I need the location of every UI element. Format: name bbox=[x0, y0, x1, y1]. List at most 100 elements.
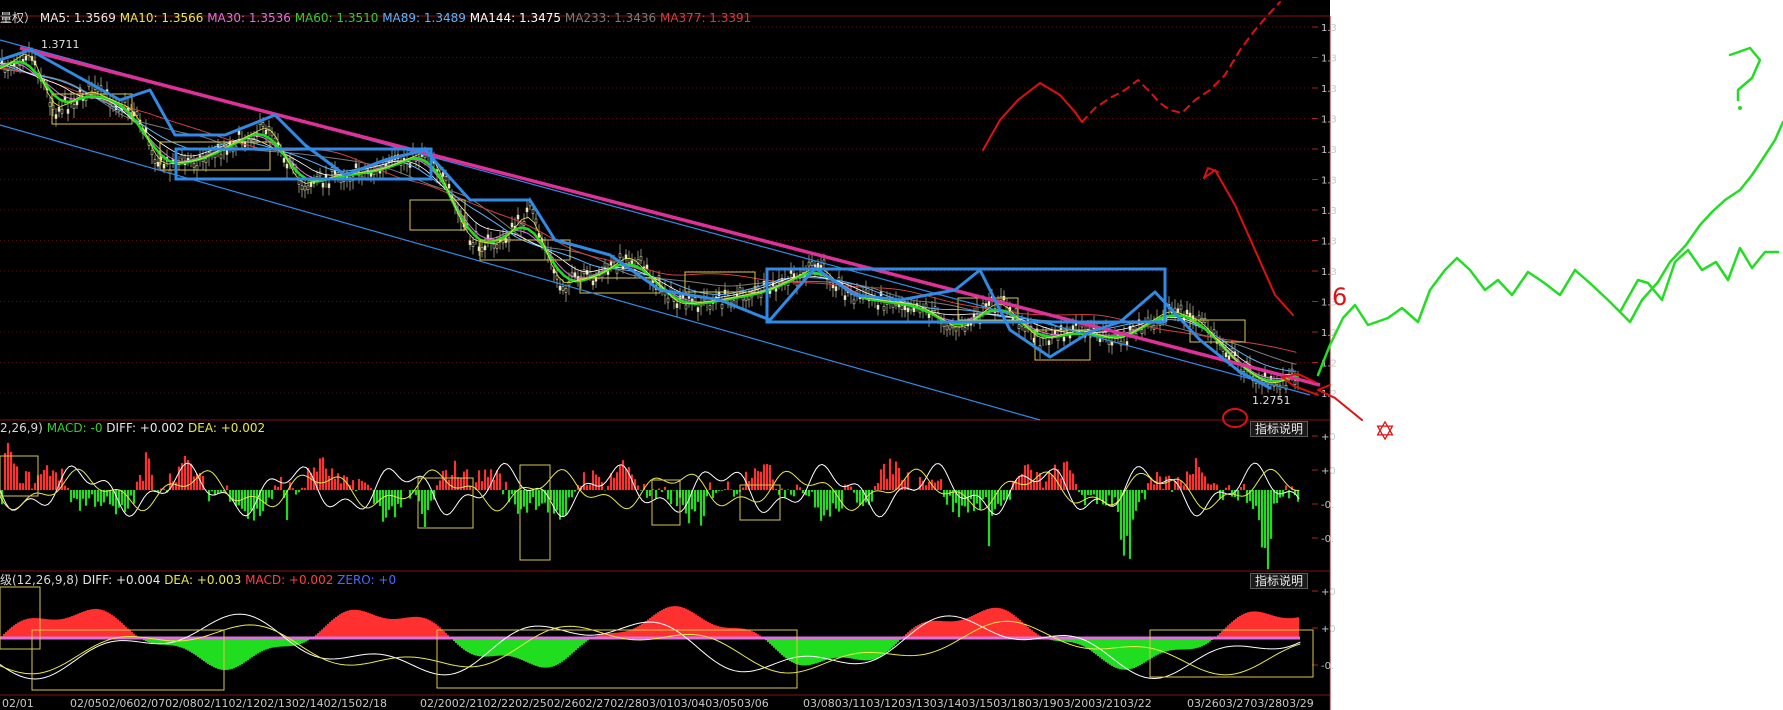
candle-body bbox=[1023, 327, 1027, 332]
macd1-header: 2,26,9) MACD: -0 DIFF: +0.002 DEA: +0.00… bbox=[0, 421, 265, 435]
candle-body bbox=[72, 104, 76, 109]
x-label-0: 02/01 bbox=[2, 697, 34, 710]
candle-body bbox=[468, 240, 472, 245]
candle-body bbox=[948, 324, 952, 330]
candle-body bbox=[1179, 304, 1183, 310]
candle-body bbox=[1140, 329, 1144, 334]
candle-body bbox=[309, 182, 313, 187]
candle-body bbox=[759, 293, 763, 298]
candle-body bbox=[483, 245, 487, 251]
red-mark-six: 6 bbox=[1332, 283, 1347, 311]
macd1-axis-label: -0. bbox=[1321, 534, 1334, 545]
macd2-axis-label: -0. bbox=[1321, 661, 1334, 672]
macd1-params: 2,26,9) bbox=[0, 421, 43, 435]
macd2-help-button[interactable]: 指标说明 bbox=[1250, 573, 1309, 589]
candle-body bbox=[264, 129, 268, 135]
ma60-line bbox=[0, 60, 1298, 383]
candle-body bbox=[534, 218, 538, 224]
macd2-params: 级(12,26,9,8) bbox=[0, 573, 79, 587]
candle-body bbox=[558, 285, 562, 291]
x-label-4: 03/2603/2703/2803/29 bbox=[1187, 697, 1314, 710]
candle-body bbox=[645, 264, 649, 270]
candle-body bbox=[1071, 325, 1075, 330]
candle-body bbox=[963, 327, 967, 332]
macd1-axis-label: -0. bbox=[1321, 500, 1334, 511]
candle-body bbox=[504, 238, 508, 243]
candle-body bbox=[738, 287, 742, 292]
candle-body bbox=[282, 158, 286, 163]
chart-svg[interactable]: 1.31.31.31.31.31.31.31.31.31.31.21.21.21… bbox=[0, 0, 1783, 710]
candle-body bbox=[261, 122, 265, 127]
candle-body bbox=[639, 255, 643, 261]
candle-body bbox=[48, 102, 52, 107]
x-axis-labels: 02/01 02/0502/0602/0702/0802/1102/1202/1… bbox=[0, 697, 1330, 710]
main-header-prefix: 量权） bbox=[0, 11, 37, 25]
candle-body bbox=[954, 326, 958, 332]
candle-body bbox=[54, 114, 58, 119]
ma233-line bbox=[0, 68, 1297, 365]
candle-body bbox=[882, 305, 886, 311]
candle-body bbox=[807, 261, 811, 267]
candle-body bbox=[327, 183, 331, 188]
candle-body bbox=[810, 261, 814, 266]
main-header-ma-3: MA60: 1.3510 bbox=[290, 11, 379, 25]
macd1-value-1: DIFF: +0.002 bbox=[102, 421, 185, 435]
red-star-mark: ✡ bbox=[1374, 417, 1396, 447]
candle-body bbox=[834, 286, 838, 291]
macd1-value-2: DEA: +0.002 bbox=[184, 421, 266, 435]
candle-body bbox=[297, 180, 301, 185]
macd1-value-0: MACD: -0 bbox=[46, 421, 103, 435]
candle-body bbox=[666, 297, 670, 303]
candle-body bbox=[24, 55, 28, 61]
candle-body bbox=[900, 305, 904, 310]
candle-body bbox=[1212, 329, 1216, 334]
candle-body bbox=[816, 263, 820, 268]
macd1-axis-label: +0 bbox=[1321, 466, 1336, 477]
candle-body bbox=[1293, 380, 1297, 386]
macd2-axis-label: +0 bbox=[1321, 624, 1336, 635]
candle-body bbox=[225, 150, 229, 155]
candle-body bbox=[195, 165, 199, 171]
macd1-help-button[interactable]: 指标说明 bbox=[1250, 421, 1309, 437]
green-question-dot bbox=[1738, 106, 1742, 110]
candle-body bbox=[354, 163, 358, 168]
main-header-ma-0: MA5: 1.3569 bbox=[39, 11, 116, 25]
price-low-label: 1.2751 bbox=[1252, 394, 1291, 407]
candle-body bbox=[492, 243, 496, 249]
candle-body bbox=[708, 305, 712, 310]
macd1-axis-label: +0 bbox=[1321, 432, 1336, 443]
red-up-arrow bbox=[1203, 169, 1294, 316]
candle-body bbox=[60, 108, 64, 114]
red-dashed-scenario bbox=[1081, 1, 1281, 123]
candle-body bbox=[912, 307, 916, 312]
candle-body bbox=[564, 288, 568, 293]
candle-body bbox=[891, 303, 895, 308]
candle-body bbox=[1197, 315, 1201, 321]
candle-body bbox=[162, 163, 166, 169]
green-forecast-path bbox=[1316, 246, 1780, 377]
macd1-box bbox=[519, 464, 551, 561]
main-header-ma-6: MA233: 1.3436 bbox=[561, 11, 657, 25]
candle-body bbox=[471, 242, 475, 247]
candle-body bbox=[219, 153, 223, 159]
main-axis-label: 1.3 bbox=[1321, 237, 1337, 248]
main-header-ma-5: MA144: 1.3475 bbox=[465, 11, 562, 25]
main-axis-label: 1.3 bbox=[1321, 84, 1337, 95]
candle-body bbox=[588, 271, 592, 277]
macd1-box bbox=[651, 479, 681, 526]
candle-body bbox=[156, 161, 160, 167]
candle-body bbox=[525, 207, 529, 213]
main-indicator-header: 量权） MA5: 1.3569 MA10: 1.3566 MA30: 1.353… bbox=[0, 11, 751, 25]
macd2-box bbox=[0, 586, 41, 650]
macd2-header: 级(12,26,9,8) DIFF: +0.004 DEA: +0.003 MA… bbox=[0, 573, 396, 587]
macd1-histogram bbox=[0, 442, 1300, 570]
macd2-value-0: DIFF: +0.004 bbox=[82, 573, 161, 587]
candle-body bbox=[75, 100, 79, 106]
zigzag-line bbox=[0, 48, 1272, 390]
candle-body bbox=[285, 163, 289, 169]
candle-body bbox=[573, 272, 577, 277]
candle-body bbox=[696, 307, 700, 312]
candle-body bbox=[987, 301, 991, 306]
macd2-value-2: MACD: +0.002 bbox=[241, 573, 334, 587]
x-label-2: 02/2002/2102/2202/2502/2602/2702/2803/01… bbox=[420, 697, 769, 710]
